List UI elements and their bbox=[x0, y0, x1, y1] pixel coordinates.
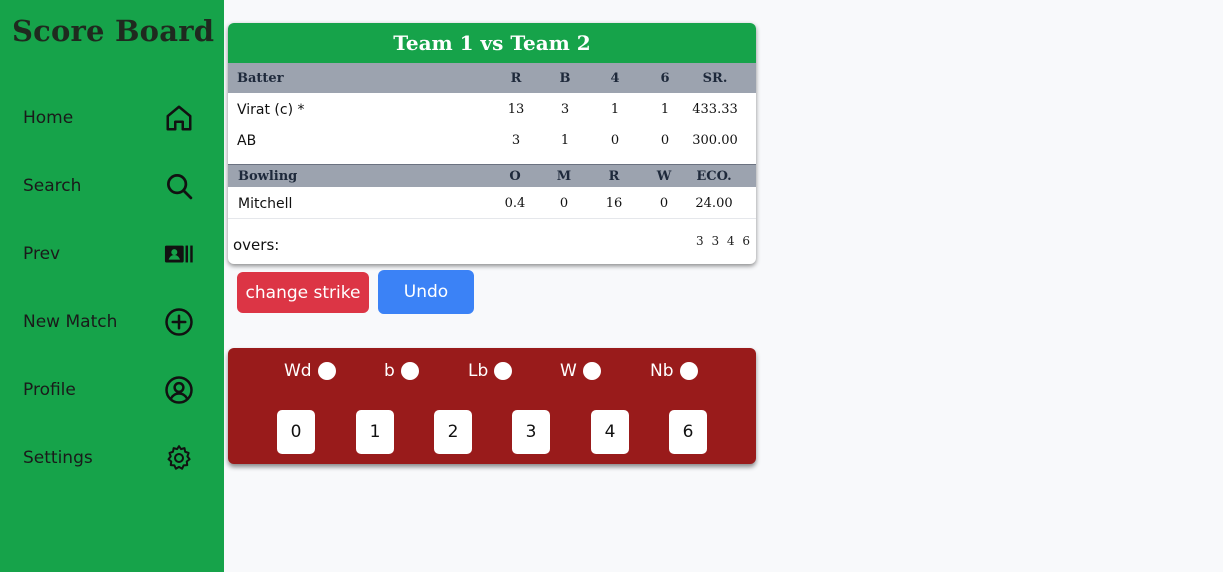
extra-label: Lb bbox=[468, 361, 489, 381]
sidebar: Score Board Home Search Prev New Match P… bbox=[0, 0, 224, 572]
batter-sixes: 0 bbox=[660, 133, 670, 148]
plus-circle-icon bbox=[163, 306, 195, 338]
radio-button[interactable] bbox=[317, 362, 336, 380]
extra-wicket-option[interactable]: W bbox=[560, 360, 601, 382]
batter-name: Virat (c) * bbox=[237, 101, 305, 118]
radio-button[interactable] bbox=[400, 362, 419, 380]
batter-runs: 13 bbox=[507, 102, 525, 117]
run-button-2[interactable]: 2 bbox=[434, 410, 472, 454]
nav-item-search[interactable]: Search bbox=[0, 164, 224, 208]
nav-label: Prev bbox=[23, 244, 61, 264]
col-runs-conceded: R bbox=[608, 168, 620, 184]
batting-header: Batter R B 4 6 SR. bbox=[228, 63, 756, 93]
col-economy: ECO. bbox=[696, 168, 732, 184]
table-row: Virat (c) * 13 3 1 1 433.33 bbox=[228, 94, 756, 125]
table-row: Mitchell 0.4 0 16 0 24.00 bbox=[228, 188, 756, 219]
col-fours: 4 bbox=[610, 70, 620, 86]
batter-fours: 0 bbox=[610, 133, 620, 148]
batter-balls: 3 bbox=[560, 102, 570, 117]
batter-fours: 1 bbox=[610, 102, 620, 117]
batter-strike-rate: 300.00 bbox=[692, 133, 738, 148]
col-maidens: M bbox=[556, 168, 572, 184]
col-bowler: Bowling bbox=[238, 168, 298, 184]
nav-item-prev[interactable]: Prev bbox=[0, 232, 224, 276]
run-button-3[interactable]: 3 bbox=[512, 410, 550, 454]
overs-balls: 3 3 4 6 bbox=[696, 234, 752, 248]
bowler-overs: 0.4 bbox=[504, 196, 526, 211]
nav-item-settings[interactable]: Settings bbox=[0, 436, 224, 480]
change-strike-button[interactable]: change strike bbox=[237, 272, 369, 313]
gear-icon bbox=[163, 442, 195, 474]
run-button-1[interactable]: 1 bbox=[356, 410, 394, 454]
col-balls: B bbox=[559, 70, 571, 86]
nav-label: Search bbox=[23, 176, 82, 196]
extra-label: Wd bbox=[284, 361, 312, 381]
batter-sixes: 1 bbox=[660, 102, 670, 117]
extra-label: W bbox=[560, 361, 577, 381]
nav-label: Settings bbox=[23, 448, 93, 468]
match-title: Team 1 vs Team 2 bbox=[393, 31, 591, 55]
scorecard-header: Team 1 vs Team 2 bbox=[228, 23, 756, 63]
scoring-panel: Wd b Lb W Nb 0 1 2 3 4 6 bbox=[228, 348, 756, 464]
nav-label: Profile bbox=[23, 380, 76, 400]
run-button-4[interactable]: 4 bbox=[591, 410, 629, 454]
bowler-wickets: 0 bbox=[659, 196, 669, 211]
bowler-name: Mitchell bbox=[238, 195, 293, 212]
nav-item-new-match[interactable]: New Match bbox=[0, 300, 224, 344]
extra-wide-option[interactable]: Wd bbox=[284, 360, 336, 382]
nav-item-home[interactable]: Home bbox=[0, 96, 224, 140]
extra-bye-option[interactable]: b bbox=[384, 360, 419, 382]
home-icon bbox=[163, 102, 195, 134]
table-row: AB 3 1 0 0 300.00 bbox=[228, 125, 756, 156]
batter-strike-rate: 433.33 bbox=[692, 102, 738, 117]
radio-button[interactable] bbox=[679, 362, 698, 380]
undo-button[interactable]: Undo bbox=[378, 270, 474, 314]
nav-label: New Match bbox=[23, 312, 118, 332]
nav-item-profile[interactable]: Profile bbox=[0, 368, 224, 412]
run-button-0[interactable]: 0 bbox=[277, 410, 315, 454]
batter-balls: 1 bbox=[560, 133, 570, 148]
extra-label: b bbox=[384, 361, 395, 381]
scorecard: Team 1 vs Team 2 Batter R B 4 6 SR. Vira… bbox=[228, 23, 756, 264]
app-title: Score Board bbox=[12, 14, 215, 48]
bowling-header: Bowling O M R W ECO. bbox=[228, 165, 756, 187]
col-sixes: 6 bbox=[660, 70, 670, 86]
run-button-6[interactable]: 6 bbox=[669, 410, 707, 454]
col-batter: Batter bbox=[237, 70, 284, 86]
col-overs: O bbox=[509, 168, 521, 184]
batter-name: AB bbox=[237, 132, 257, 149]
extra-no-ball-option[interactable]: Nb bbox=[650, 360, 698, 382]
col-strike-rate: SR. bbox=[702, 70, 728, 86]
bowler-maidens: 0 bbox=[559, 196, 569, 211]
col-wickets: W bbox=[656, 168, 672, 184]
extra-label: Nb bbox=[650, 361, 674, 381]
contact-card-icon bbox=[163, 238, 195, 270]
search-icon bbox=[163, 170, 195, 202]
bowler-runs: 16 bbox=[605, 196, 623, 211]
nav-label: Home bbox=[23, 108, 74, 128]
extra-leg-bye-option[interactable]: Lb bbox=[468, 360, 513, 382]
overs-label: overs: bbox=[233, 236, 280, 254]
user-circle-icon bbox=[163, 374, 195, 406]
radio-button[interactable] bbox=[494, 362, 513, 380]
bowler-economy: 24.00 bbox=[695, 196, 733, 211]
divider bbox=[228, 218, 756, 219]
batter-runs: 3 bbox=[511, 133, 521, 148]
radio-button[interactable] bbox=[582, 362, 601, 380]
col-runs: R bbox=[510, 70, 522, 86]
